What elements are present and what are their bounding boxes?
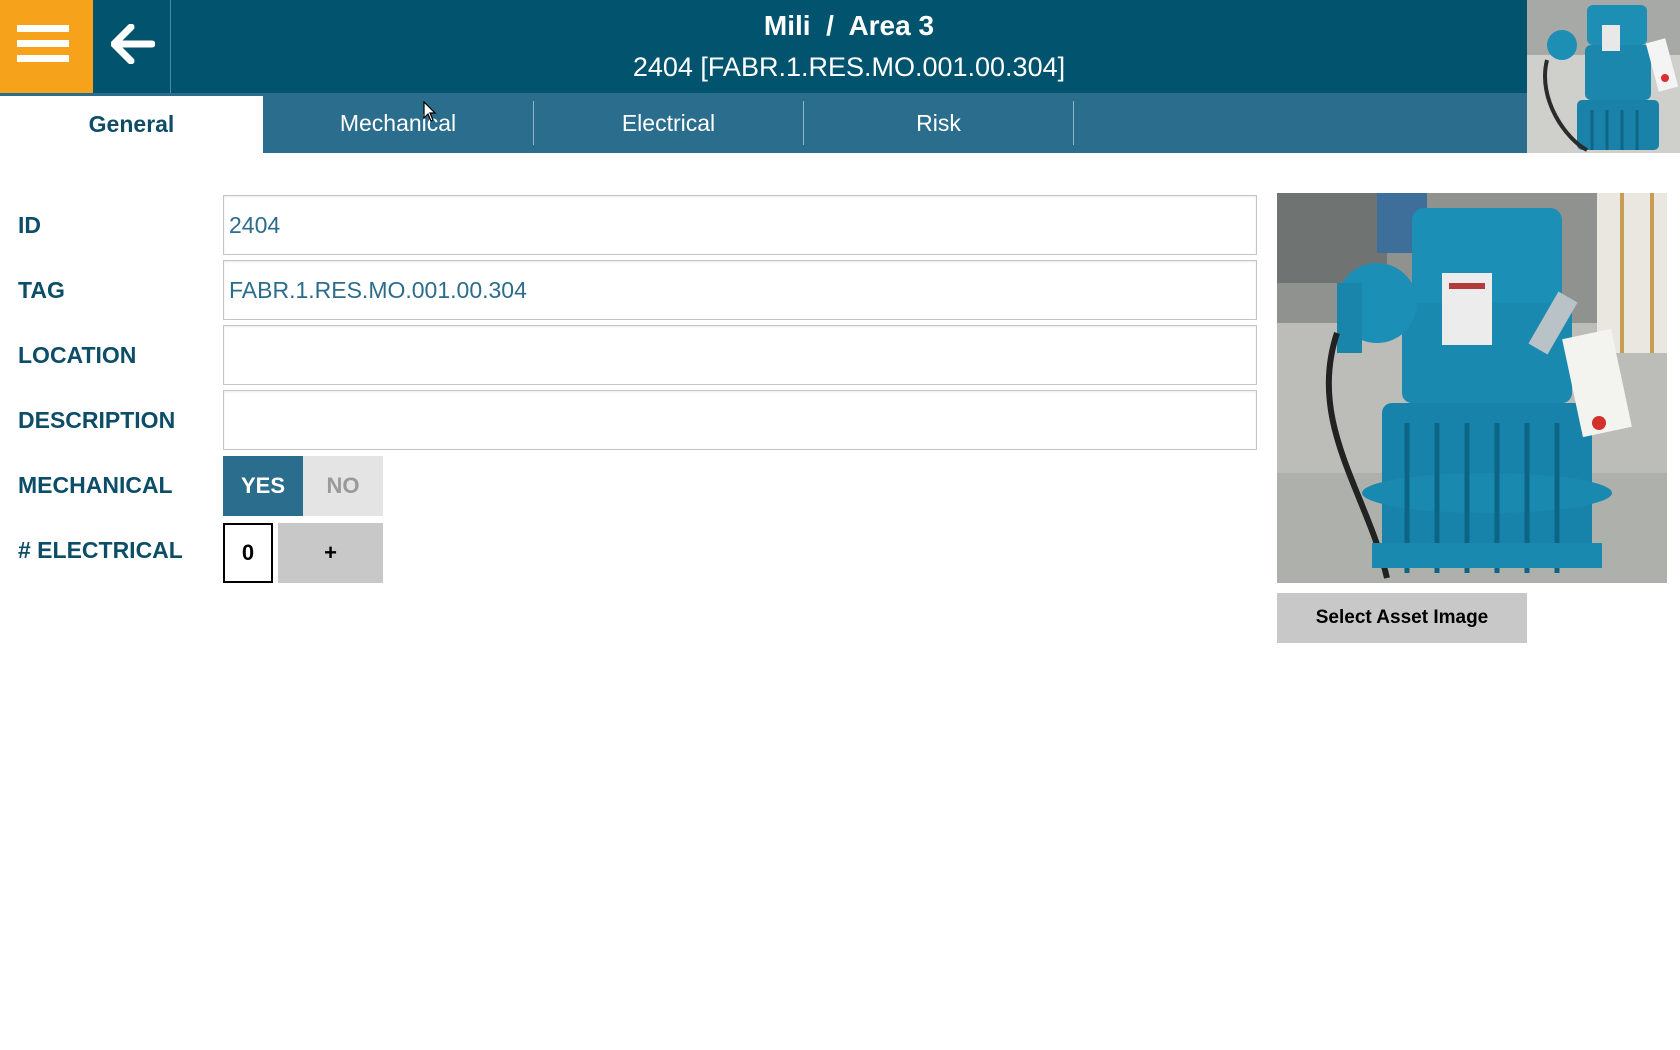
motor-thumbnail-image	[1527, 0, 1680, 153]
arrow-left-icon	[111, 24, 155, 64]
description-label: DESCRIPTION	[18, 407, 176, 433]
mouse-cursor-icon	[423, 101, 437, 122]
tag-label: TAG	[18, 277, 65, 303]
menu-bar	[17, 25, 69, 32]
asset-image	[1277, 193, 1667, 583]
electrical-count-value: 0	[223, 523, 273, 583]
page-subtitle: 2404 [FABR.1.RES.MO.001.00.304]	[632, 52, 1066, 82]
description-field[interactable]	[223, 390, 1257, 450]
electrical-count-label: # ELECTRICAL	[18, 537, 183, 563]
mechanical-label: MECHANICAL	[18, 472, 173, 498]
mechanical-yes-toggle[interactable]: YES	[223, 456, 303, 516]
header-title-area: Mili / Area 3 2404 [FABR.1.RES.MO.001.00…	[171, 0, 1527, 93]
tab-electrical[interactable]: Electrical	[534, 93, 803, 153]
menu-bar	[17, 40, 69, 47]
tab-bar: General Mechanical Electrical Risk	[0, 93, 1527, 153]
add-electrical-button[interactable]: +	[278, 523, 383, 583]
tab-mechanical[interactable]: Mechanical	[263, 93, 533, 153]
tag-field[interactable]	[223, 260, 1257, 320]
mechanical-no-toggle[interactable]: NO	[303, 456, 383, 516]
select-asset-image-button[interactable]: Select Asset Image	[1277, 593, 1527, 643]
location-field[interactable]	[223, 325, 1257, 385]
location-label: LOCATION	[18, 342, 137, 368]
hamburger-menu-icon[interactable]	[0, 0, 93, 93]
asset-thumbnail[interactable]	[1527, 0, 1680, 153]
tab-general[interactable]: General	[0, 96, 263, 153]
id-field[interactable]	[223, 195, 1257, 255]
back-button[interactable]	[93, 0, 171, 93]
menu-bar	[17, 55, 69, 62]
motor-photo-image	[1277, 193, 1667, 583]
page-title: Mili / Area 3	[763, 10, 935, 41]
id-label: ID	[18, 212, 41, 238]
tab-risk[interactable]: Risk	[804, 93, 1073, 153]
app-header: Mili / Area 3 2404 [FABR.1.RES.MO.001.00…	[0, 0, 1680, 153]
tab-divider	[1073, 101, 1074, 145]
